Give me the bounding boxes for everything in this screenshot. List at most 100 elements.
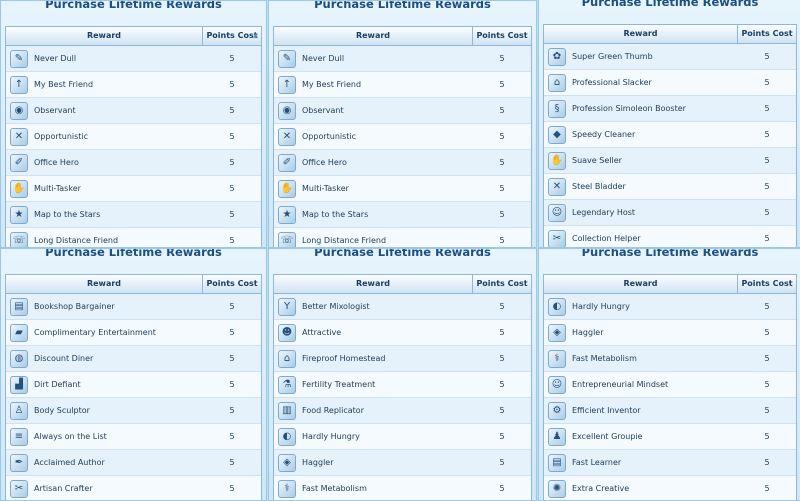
- table-row[interactable]: ◉ Observant 5: [274, 98, 531, 124]
- table-row[interactable]: ✒ Acclaimed Author 5: [6, 450, 261, 476]
- chair-icon: ⌂: [548, 73, 566, 92]
- reward-column-header[interactable]: Reward: [6, 275, 203, 293]
- table-row[interactable]: ☺ Legendary Host 5: [544, 200, 796, 226]
- points-cost: 5: [229, 302, 235, 311]
- points-cost: 5: [764, 458, 770, 467]
- table-row[interactable]: ✺ Extra Creative 5: [544, 476, 796, 500]
- table-row[interactable]: ⌂ Professional Slacker 5: [544, 70, 796, 96]
- reward-column-header[interactable]: Reward: [6, 27, 203, 45]
- rewards-table: Reward Points Cost ▲ ✎ Never Dull 5 ↑ My Best…: [5, 26, 262, 247]
- table-row[interactable]: ◈ Haggler 5: [274, 450, 531, 476]
- table-row[interactable]: ◈ Haggler 5: [544, 320, 796, 346]
- table-row[interactable]: ♙ Body Sculptor 5: [6, 398, 261, 424]
- table-row[interactable]: ✕ Opportunistic 5: [6, 124, 261, 150]
- table-header: Reward Points Cost ▲: [6, 27, 261, 46]
- table-row[interactable]: Y Better Mixologist 5: [274, 294, 531, 320]
- table-row[interactable]: ✋ Multi-Tasker 5: [6, 176, 261, 202]
- table-row[interactable]: ◐ Hardly Hungry 5: [544, 294, 796, 320]
- table-row[interactable]: ◆ Speedy Cleaner 5: [544, 122, 796, 148]
- table-row[interactable]: ⌂ Fireproof Homestead 5: [274, 346, 531, 372]
- table-row[interactable]: ☺ Entrepreneurial Mindset 5: [544, 372, 796, 398]
- table-row[interactable]: ✎ Never Dull 5: [274, 46, 531, 72]
- table-row[interactable]: ▥ Food Replicator 5: [274, 398, 531, 424]
- table-row[interactable]: ✂ Collection Helper 5: [544, 226, 796, 247]
- stapler-icon: ✐: [10, 153, 28, 172]
- reward-name: Bookshop Bargainer: [34, 302, 115, 311]
- table-row[interactable]: ⚗ Fertility Treatment 5: [274, 372, 531, 398]
- table-row[interactable]: ★ Map to the Stars 5: [274, 202, 531, 228]
- table-row[interactable]: ✕ Steel Bladder 5: [544, 174, 796, 200]
- points-cost: 5: [499, 158, 505, 167]
- points-cost: 5: [499, 458, 505, 467]
- points-cost: 5: [499, 380, 505, 389]
- table-row[interactable]: ▟ Dirt Defiant 5: [6, 372, 261, 398]
- table-row[interactable]: ☏ Long Distance Friend 5: [6, 228, 261, 247]
- reward-name: Efficient Inventor: [572, 406, 641, 415]
- rewards-panel-2: Purchase Lifetime Rewards Reward Points …: [268, 0, 537, 248]
- reward-name: Map to the Stars: [302, 210, 369, 219]
- party-icon: ☺: [548, 203, 566, 222]
- points-cost-column-header[interactable]: Points Cost: [738, 275, 796, 293]
- table-row[interactable]: ✕ Opportunistic 5: [274, 124, 531, 150]
- no-bladder-icon: ✕: [548, 177, 566, 196]
- reward-name: Hardly Hungry: [302, 432, 360, 441]
- table-row[interactable]: ★ Map to the Stars 5: [6, 202, 261, 228]
- table-row[interactable]: ▰ Complimentary Entertainment 5: [6, 320, 261, 346]
- reward-name: Fast Metabolism: [572, 354, 637, 363]
- table-row[interactable]: ♟ Excellent Groupie 5: [544, 424, 796, 450]
- table-row[interactable]: ✎ Never Dull 5: [6, 46, 261, 72]
- reward-name: Never Dull: [34, 54, 77, 63]
- reward-name: Always on the List: [34, 432, 107, 441]
- list-icon: ≡: [10, 427, 28, 446]
- table-row[interactable]: ✐ Office Hero 5: [274, 150, 531, 176]
- table-row[interactable]: ⚙ Efficient Inventor 5: [544, 398, 796, 424]
- points-cost: 5: [229, 484, 235, 493]
- table-row[interactable]: § Profession Simoleon Booster 5: [544, 96, 796, 122]
- reward-column-header[interactable]: Reward: [274, 275, 473, 293]
- points-cost: 5: [229, 458, 235, 467]
- reward-name: Haggler: [572, 328, 604, 337]
- reward-column-header[interactable]: Reward: [544, 25, 738, 43]
- reward-name: Long Distance Friend: [302, 236, 387, 245]
- table-row[interactable]: ☻ Attractive 5: [274, 320, 531, 346]
- table-row[interactable]: ↑ My Best Friend 5: [274, 72, 531, 98]
- points-cost-column-header[interactable]: Points Cost: [473, 275, 531, 293]
- ticket-icon: ▰: [10, 323, 28, 342]
- points-cost-column-header[interactable]: Points Cost: [203, 275, 261, 293]
- points-cost: 5: [499, 132, 505, 141]
- points-cost-label: Points Cost: [206, 31, 258, 40]
- table-body: Y Better Mixologist 5 ☻ Attractive 5 ⌂ Fireproo…: [274, 294, 531, 500]
- points-cost: 5: [764, 328, 770, 337]
- table-row[interactable]: ☏ Long Distance Friend 5: [274, 228, 531, 247]
- table-row[interactable]: ✋ Multi-Tasker 5: [274, 176, 531, 202]
- table-row[interactable]: ▤ Fast Learner 5: [544, 450, 796, 476]
- table-row[interactable]: ✐ Office Hero 5: [6, 150, 261, 176]
- table-row[interactable]: ↑ My Best Friend 5: [6, 72, 261, 98]
- reward-name: Excellent Groupie: [572, 432, 643, 441]
- reward-column-header[interactable]: Reward: [544, 275, 738, 293]
- reward-name: Hardly Hungry: [572, 302, 630, 311]
- points-cost-column-header[interactable]: Points Cost: [738, 25, 796, 43]
- table-row[interactable]: ✿ Super Green Thumb 5: [544, 44, 796, 70]
- reward-name: Opportunistic: [34, 132, 89, 141]
- points-cost: 5: [229, 328, 235, 337]
- table-row[interactable]: ◍ Discount Diner 5: [6, 346, 261, 372]
- points-cost: 5: [764, 234, 770, 243]
- craft-icon: ✂: [10, 479, 28, 498]
- reward-column-header[interactable]: Reward: [274, 27, 473, 45]
- points-cost-column-header[interactable]: Points Cost ▲: [203, 27, 261, 45]
- points-cost: 5: [764, 130, 770, 139]
- table-row[interactable]: ◉ Observant 5: [6, 98, 261, 124]
- reward-name: Artisan Crafter: [34, 484, 93, 493]
- table-row[interactable]: ≡ Always on the List 5: [6, 424, 261, 450]
- table-row[interactable]: ✋ Suave Seller 5: [544, 148, 796, 174]
- eye-icon: ◉: [10, 101, 28, 120]
- table-row[interactable]: ◐ Hardly Hungry 5: [274, 424, 531, 450]
- table-row[interactable]: ▤ Bookshop Bargainer 5: [6, 294, 261, 320]
- tag-icon: ◈: [548, 323, 566, 342]
- table-row[interactable]: ⚕ Fast Metabolism 5: [274, 476, 531, 500]
- points-cost: 5: [229, 210, 235, 219]
- table-row[interactable]: ⚕ Fast Metabolism 5: [544, 346, 796, 372]
- points-cost-column-header[interactable]: Points Cost: [473, 27, 531, 45]
- table-row[interactable]: ✂ Artisan Crafter 5: [6, 476, 261, 500]
